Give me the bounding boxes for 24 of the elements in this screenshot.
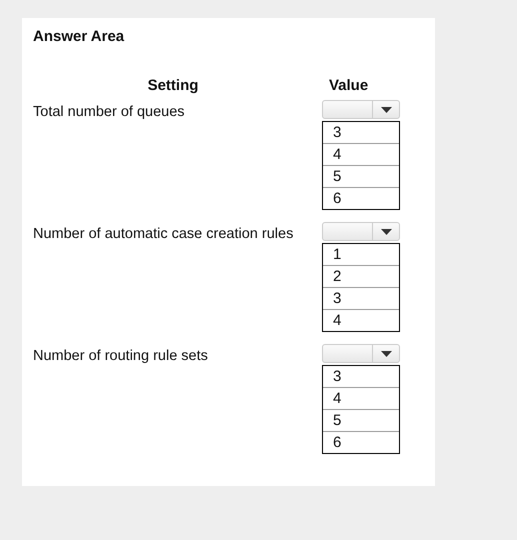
dropdown-option[interactable]: 3: [323, 287, 399, 309]
setting-label: Number of routing rule sets: [33, 347, 209, 366]
column-header: Setting: [146, 77, 200, 94]
setting-label: Number of automatic case creation rules: [33, 225, 294, 244]
dropdown[interactable]: [322, 344, 400, 363]
dropdown-option[interactable]: 5: [323, 409, 399, 431]
dropdown-option[interactable]: 4: [323, 387, 399, 409]
dropdown-option[interactable]: 6: [323, 431, 399, 453]
answer-area-title: Answer Area: [33, 28, 126, 46]
dropdown[interactable]: [322, 222, 400, 241]
column-header: Value: [329, 77, 368, 94]
setting-label: Total number of queues: [33, 103, 186, 122]
caret-icon: [380, 106, 392, 112]
caret-icon: [380, 350, 392, 356]
dropdown-option[interactable]: 3: [323, 366, 399, 387]
dropdown-option[interactable]: 3: [323, 122, 399, 143]
dropdown-option[interactable]: 4: [323, 143, 399, 165]
dropdown-option[interactable]: 2: [323, 265, 399, 287]
dropdown-option[interactable]: 6: [323, 187, 399, 209]
dropdown-option[interactable]: 5: [323, 165, 399, 187]
dropdown-option[interactable]: 4: [323, 309, 399, 331]
caret-icon: [380, 228, 392, 234]
dropdown[interactable]: [322, 100, 400, 119]
dropdown-option[interactable]: 1: [323, 244, 399, 265]
